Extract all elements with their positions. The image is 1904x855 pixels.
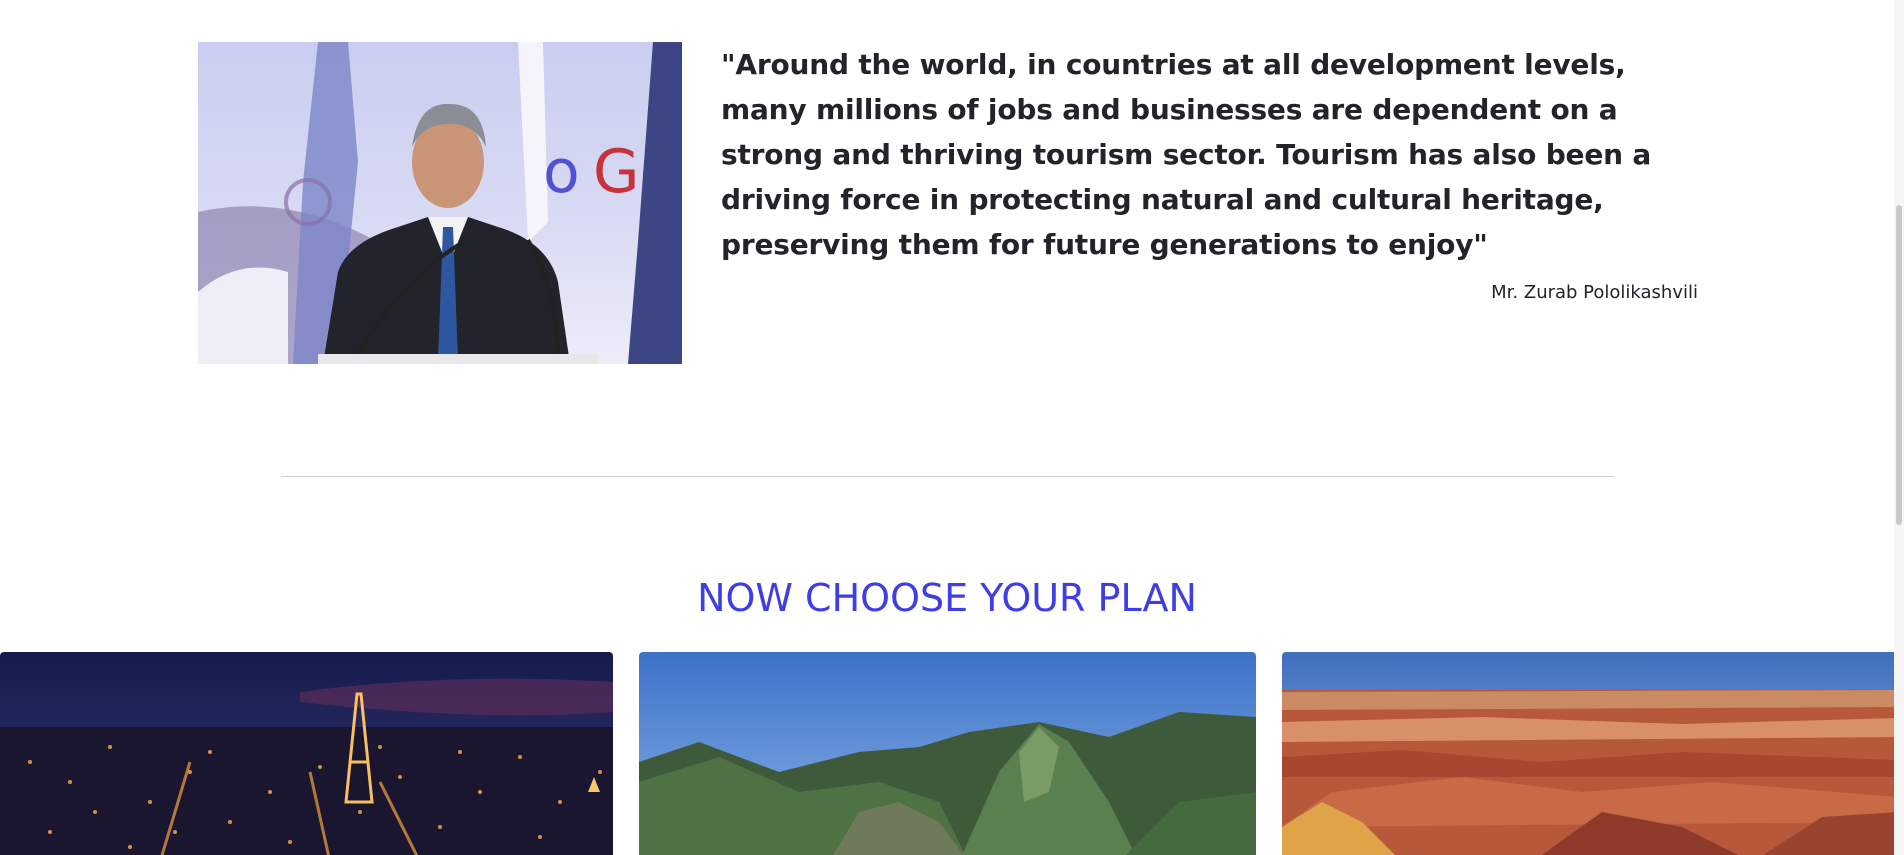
page: o Ge "Around the world, in countries at — [0, 0, 1904, 855]
machu-picchu-photo-icon — [639, 652, 1256, 855]
section-divider — [281, 476, 1614, 477]
speaker-photo-icon: o Ge — [198, 42, 682, 364]
grand-canyon-photo-icon — [1282, 652, 1898, 855]
scrollbar-thumb[interactable] — [1896, 205, 1902, 525]
plan-section-title: NOW CHOOSE YOUR PLAN — [697, 576, 1197, 620]
paris-night-photo-icon — [0, 652, 613, 855]
plan-card-machu-picchu[interactable] — [639, 652, 1256, 855]
quote-author: Mr. Zurab Pololikashvili — [1491, 282, 1698, 303]
svg-text:o: o — [543, 137, 580, 207]
plan-card-paris[interactable] — [0, 652, 613, 855]
speaker-portrait: o Ge — [198, 42, 682, 364]
quote-text: "Around the world, in countries at all d… — [721, 48, 1652, 261]
quote-section: o Ge "Around the world, in countries at — [198, 42, 1698, 364]
plan-card-grand-canyon[interactable] — [1282, 652, 1898, 855]
page-scrollbar[interactable] — [1894, 0, 1904, 855]
